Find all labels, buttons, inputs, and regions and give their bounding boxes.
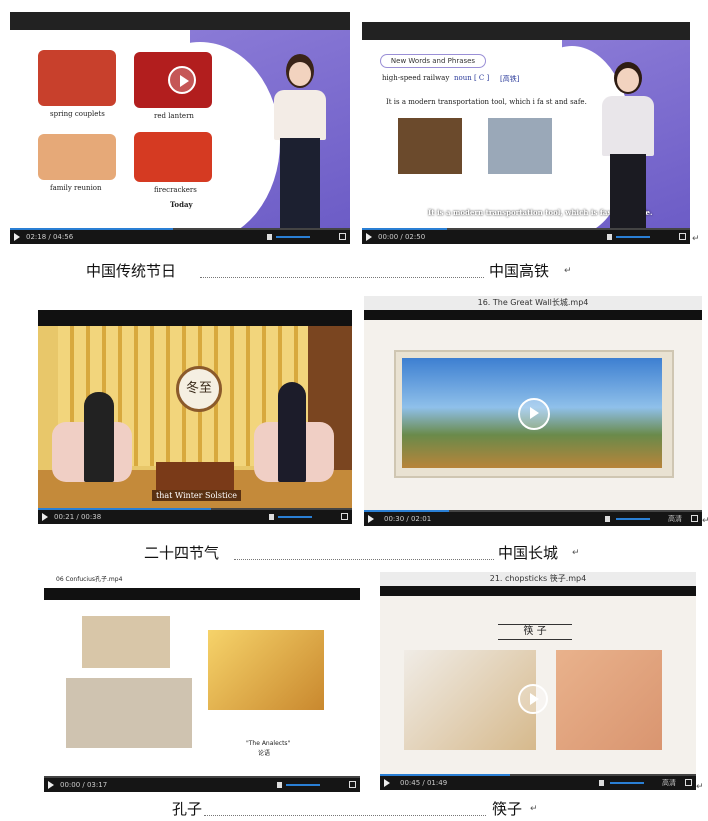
new-words-banner: New Words and Phrases bbox=[380, 54, 486, 68]
dotted-leader bbox=[204, 797, 486, 816]
video-title: 06 Confucius孔子.mp4 bbox=[56, 576, 123, 583]
volume-icon[interactable] bbox=[277, 782, 282, 788]
host-woman bbox=[84, 392, 114, 482]
volume-icon[interactable] bbox=[599, 780, 604, 786]
video-player-festivals[interactable]: spring couplets red lantern family reuni… bbox=[10, 12, 350, 244]
fullscreen-icon[interactable] bbox=[685, 779, 692, 786]
video-player-high-speed-rail[interactable]: New Words and Phrases high-speed railway… bbox=[362, 22, 690, 244]
volume-slider[interactable] bbox=[610, 782, 644, 784]
presenter bbox=[598, 62, 658, 230]
return-mark: ↵ bbox=[564, 266, 572, 276]
fullscreen-icon[interactable] bbox=[679, 233, 686, 240]
fullscreen-icon[interactable] bbox=[691, 515, 698, 522]
player-controls: 00:30 / 02:01 高清 bbox=[364, 510, 702, 526]
photo-train-exterior bbox=[488, 118, 552, 174]
video-player-great-wall[interactable]: 16. The Great Wall长城.mp4 00:30 / 02:01 高… bbox=[364, 296, 702, 526]
video-player-chopsticks[interactable]: 21. chopsticks 筷子.mp4 筷 子 00:45 / 01:49 … bbox=[380, 572, 696, 790]
play-icon[interactable] bbox=[42, 513, 48, 521]
return-mark: ↵ bbox=[572, 548, 580, 558]
analects-label: "The Analects" bbox=[246, 740, 291, 747]
volume-icon[interactable] bbox=[267, 234, 272, 240]
volume-slider[interactable] bbox=[616, 236, 650, 238]
fullscreen-icon[interactable] bbox=[349, 781, 356, 788]
player-controls: 02:18 / 04:56 bbox=[10, 228, 350, 244]
player-controls: 00:21 / 00:38 bbox=[38, 508, 352, 524]
label-red-lantern: red lantern bbox=[154, 112, 194, 120]
vocab-sentence: It is a modern transportation tool, whic… bbox=[386, 98, 587, 106]
vocab-pos: noun [ C ] bbox=[454, 74, 490, 82]
photo-train-interior bbox=[398, 118, 462, 174]
volume-icon[interactable] bbox=[269, 514, 274, 520]
vocab-word: high-speed railway bbox=[382, 74, 450, 82]
image-analects-book bbox=[208, 630, 324, 710]
fullscreen-icon[interactable] bbox=[341, 513, 348, 520]
play-icon[interactable] bbox=[368, 515, 374, 523]
image-confucius-scroll bbox=[66, 678, 192, 748]
coffee-table bbox=[156, 462, 234, 490]
vocab-gloss: [高铁] bbox=[500, 75, 520, 83]
great-wall-image bbox=[402, 358, 662, 468]
caption-traditional-festivals: 中国传统节日 bbox=[86, 262, 177, 280]
video-title: 16. The Great Wall长城.mp4 bbox=[364, 296, 702, 310]
play-icon[interactable] bbox=[384, 779, 390, 787]
return-mark: ↵ bbox=[696, 782, 704, 792]
play-icon[interactable] bbox=[518, 398, 550, 430]
thumbnail-family-reunion bbox=[38, 134, 116, 180]
volume-slider[interactable] bbox=[616, 518, 650, 520]
image-chopsticks-bundle bbox=[404, 650, 548, 750]
label-family-reunion: family reunion bbox=[50, 184, 102, 192]
caption-solar-terms: 二十四节气 bbox=[144, 544, 220, 562]
player-controls: 00:00 / 03:17 bbox=[44, 776, 360, 792]
time-display: 00:30 / 02:01 bbox=[384, 515, 432, 523]
caption-great-wall: 中国长城 bbox=[498, 544, 559, 562]
volume-slider[interactable] bbox=[278, 516, 312, 518]
heading-chopsticks: 筷 子 bbox=[498, 624, 572, 640]
fullscreen-icon[interactable] bbox=[339, 233, 346, 240]
presenter bbox=[270, 54, 330, 230]
return-mark: ↵ bbox=[702, 516, 708, 526]
dotted-leader bbox=[234, 541, 494, 560]
volume-icon[interactable] bbox=[605, 516, 610, 522]
label-today: Today bbox=[170, 200, 193, 209]
player-controls: 00:00 / 02:50 bbox=[362, 228, 690, 244]
caption-high-speed-rail: 中国高铁 bbox=[489, 262, 550, 280]
return-mark: ↵ bbox=[530, 804, 538, 814]
subtitle: that Winter Solstice bbox=[152, 490, 241, 501]
caption-confucius: 孔子 bbox=[172, 800, 203, 818]
host-man bbox=[278, 382, 306, 482]
video-title: 21. chopsticks 筷子.mp4 bbox=[380, 572, 696, 586]
analects-label-cn: 论语 bbox=[258, 750, 271, 757]
time-display: 00:00 / 03:17 bbox=[60, 781, 108, 789]
player-controls: 00:45 / 01:49 高清 bbox=[380, 774, 696, 790]
video-player-confucius[interactable]: 06 Confucius孔子.mp4 "The Analects" 论语 00:… bbox=[36, 570, 360, 792]
play-icon[interactable] bbox=[366, 233, 372, 241]
label-firecrackers: firecrackers bbox=[154, 186, 197, 194]
image-chopsticks-rest bbox=[556, 650, 662, 750]
time-display: 00:00 / 02:50 bbox=[378, 233, 426, 241]
play-icon[interactable] bbox=[48, 781, 54, 789]
quality-button[interactable]: 高清 bbox=[662, 776, 676, 790]
thumbnail-firecrackers bbox=[134, 132, 212, 182]
caption-chopsticks: 筷子 bbox=[492, 800, 523, 818]
play-icon[interactable] bbox=[14, 233, 20, 241]
volume-slider[interactable] bbox=[276, 236, 310, 238]
play-icon[interactable] bbox=[168, 66, 196, 94]
thumbnail-red-lantern bbox=[134, 52, 212, 108]
image-confucius-portrait bbox=[82, 616, 170, 668]
dotted-leader bbox=[200, 259, 484, 278]
video-player-solar-terms[interactable]: 冬至 that Winter Solstice 00:21 / 00:38 bbox=[38, 310, 352, 524]
quality-button[interactable]: 高清 bbox=[668, 512, 682, 526]
winter-solstice-emblem: 冬至 bbox=[176, 366, 222, 412]
time-display: 00:45 / 01:49 bbox=[400, 779, 448, 787]
thumbnail-spring-couplets bbox=[38, 50, 116, 106]
play-icon[interactable] bbox=[518, 684, 548, 714]
time-display: 02:18 / 04:56 bbox=[26, 233, 74, 241]
volume-slider[interactable] bbox=[286, 784, 320, 786]
return-mark: ↵ bbox=[692, 234, 700, 244]
volume-icon[interactable] bbox=[607, 234, 612, 240]
time-display: 00:21 / 00:38 bbox=[54, 513, 102, 521]
label-spring-couplets: spring couplets bbox=[50, 110, 105, 118]
